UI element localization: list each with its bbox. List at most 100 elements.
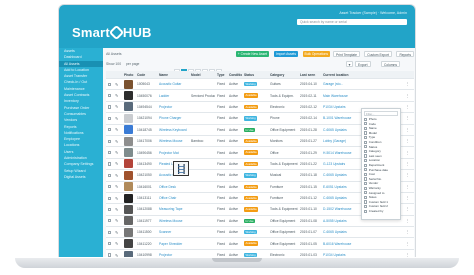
row-checkbox-cell[interactable]: [108, 204, 113, 214]
column-header[interactable]: Category: [270, 71, 298, 78]
asset-name[interactable]: Phone Charger: [159, 113, 189, 123]
row-menu[interactable]: ⋮: [406, 238, 412, 248]
column-option-checkbox[interactable]: [364, 209, 368, 213]
row-checkbox-cell[interactable]: [108, 147, 113, 157]
current-location[interactable]: Main Warehouse: [323, 90, 356, 100]
column-option-checkbox[interactable]: [364, 122, 368, 126]
row-menu[interactable]: ⋮: [406, 159, 412, 169]
row-checkbox[interactable]: [108, 162, 112, 166]
asset-photo-thumbnail[interactable]: [124, 204, 133, 214]
asset-name[interactable]: Projector: [159, 102, 189, 112]
row-menu[interactable]: ⋮: [406, 79, 412, 89]
row-checkbox-cell[interactable]: [108, 90, 113, 100]
asset-name[interactable]: Wireless Mouse: [159, 136, 189, 146]
action-button[interactable]: Import Assets: [274, 51, 298, 57]
asset-photo-thumbnail[interactable]: [124, 136, 133, 146]
edit-icon[interactable]: ✎: [115, 207, 118, 212]
row-checkbox-cell[interactable]: [108, 79, 113, 89]
edit-icon[interactable]: ✎: [115, 93, 118, 98]
row-checkbox-cell[interactable]: [108, 102, 113, 112]
column-option-checkbox[interactable]: [364, 154, 368, 158]
row-checkbox[interactable]: [108, 128, 112, 132]
column-option-checkbox[interactable]: [364, 140, 368, 144]
current-location[interactable]: E-6051 Upstairs: [323, 182, 356, 192]
column-option-checkbox[interactable]: [364, 126, 368, 131]
edit-icon[interactable]: ✎: [115, 241, 118, 246]
edit-icon[interactable]: ✎: [115, 82, 118, 87]
column-header[interactable]: [115, 71, 123, 78]
column-option-checkbox[interactable]: [364, 204, 368, 209]
row-menu[interactable]: ⋮: [406, 170, 412, 180]
current-location[interactable]: Garage (sto...: [323, 79, 356, 89]
table-row[interactable]: ✎ 10410998 Projector Fixed Active Working Elec…: [106, 249, 414, 257]
asset-photo-thumbnail[interactable]: [124, 148, 133, 158]
row-checkbox[interactable]: [108, 196, 112, 200]
row-checkbox[interactable]: [108, 150, 112, 155]
current-location[interactable]: H-5014 Warehouse: [323, 147, 356, 157]
table-row[interactable]: ✎ 1005043 Acoustic Guitar Fixed Active Workin…: [106, 79, 414, 91]
asset-name[interactable]: Projector: [159, 250, 189, 257]
column-header[interactable]: Last seen: [300, 71, 321, 78]
current-location[interactable]: B-1001 Warehouse: [323, 113, 356, 123]
logo[interactable]: Smart HUB: [72, 24, 152, 41]
column-option-checkbox[interactable]: [364, 191, 368, 195]
action-button[interactable]: Custom Export: [364, 51, 392, 57]
export-button[interactable]: Export: [355, 61, 371, 67]
current-location[interactable]: G-123 Upstairs: [323, 159, 356, 169]
current-location[interactable]: C-6065 Upstairs: [323, 170, 356, 180]
asset-photo-thumbnail[interactable]: [124, 159, 133, 169]
row-checkbox[interactable]: [108, 116, 112, 120]
asset-name[interactable]: Wireless Mouse: [159, 216, 189, 226]
column-option-checkbox[interactable]: [364, 186, 368, 190]
asset-photo-thumbnail[interactable]: [124, 250, 133, 257]
row-checkbox[interactable]: [108, 242, 112, 246]
row-checkbox[interactable]: [108, 207, 112, 212]
funnel-icon[interactable]: ▾: [346, 61, 353, 67]
header-search-input[interactable]: Quick search by name or serial: [297, 19, 407, 25]
asset-name[interactable]: Measuring Tape: [159, 204, 189, 214]
row-checkbox[interactable]: [108, 253, 112, 257]
column-option-checkbox[interactable]: [364, 117, 368, 121]
row-menu[interactable]: ⋮: [406, 136, 412, 146]
asset-photo-thumbnail[interactable]: [124, 170, 133, 180]
asset-name[interactable]: Ladder: [159, 90, 189, 100]
row-checkbox-cell[interactable]: [108, 250, 113, 257]
edit-icon[interactable]: ✎: [115, 127, 118, 132]
edit-icon[interactable]: ✎: [115, 104, 118, 109]
action-button[interactable]: Reports: [396, 51, 414, 57]
row-checkbox[interactable]: [108, 185, 112, 189]
edit-icon[interactable]: ✎: [115, 116, 118, 121]
row-menu[interactable]: ⋮: [406, 113, 412, 123]
row-checkbox-cell[interactable]: [108, 125, 113, 135]
row-menu[interactable]: ⋮: [406, 90, 412, 100]
row-checkbox-cell[interactable]: [108, 238, 113, 248]
row-menu[interactable]: ⋮: [406, 204, 412, 214]
header-user-info[interactable]: Asset Tracker (Sample) · Welcome, Admin: [339, 11, 407, 15]
row-menu[interactable]: ⋮: [406, 250, 412, 257]
asset-photo-thumbnail[interactable]: [124, 182, 133, 192]
column-header[interactable]: Current location: [323, 71, 356, 78]
asset-photo-thumbnail[interactable]: [124, 239, 133, 249]
row-checkbox[interactable]: [108, 105, 112, 109]
column-option-checkbox[interactable]: [364, 131, 368, 135]
asset-photo-thumbnail[interactable]: [124, 227, 133, 237]
column-option[interactable]: Created by: [364, 209, 398, 214]
row-checkbox[interactable]: [108, 93, 112, 98]
column-option-checkbox[interactable]: [364, 182, 368, 186]
current-location[interactable]: C-6065 Upstairs: [323, 193, 356, 203]
sidebar-item[interactable]: Digital Assets: [59, 174, 103, 180]
edit-icon[interactable]: ✎: [115, 184, 118, 189]
edit-icon[interactable]: ✎: [115, 253, 118, 257]
edit-icon[interactable]: ✎: [115, 218, 118, 223]
column-header[interactable]: Status: [244, 71, 268, 78]
current-location[interactable]: C-6065 Upstairs: [323, 227, 356, 237]
asset-photo-thumbnail[interactable]: [124, 193, 133, 203]
row-menu[interactable]: ⋮: [406, 193, 412, 203]
asset-name[interactable]: Scanner: [159, 227, 189, 237]
row-checkbox-cell[interactable]: [108, 193, 113, 203]
action-button[interactable]: Print Template: [332, 51, 360, 57]
row-checkbox[interactable]: [108, 230, 112, 234]
current-location[interactable]: D-1502 Warehouse: [323, 204, 356, 214]
row-checkbox-cell[interactable]: [108, 182, 113, 192]
current-location[interactable]: A-5055 Upstairs: [323, 216, 356, 226]
